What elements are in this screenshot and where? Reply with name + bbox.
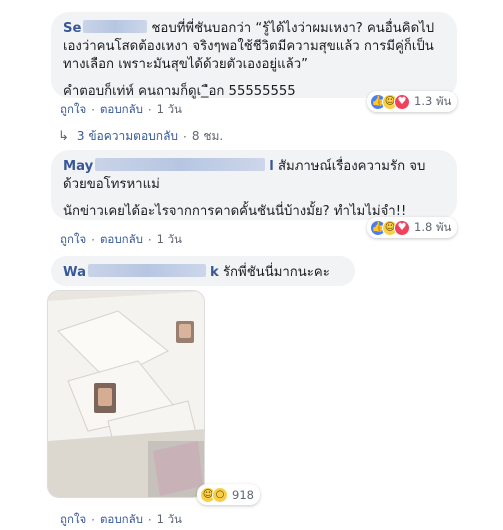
comment-photo[interactable]	[47, 290, 205, 498]
view-replies-link[interactable]: ↳ 3 ข้อความตอบกลับ · 8 ชม.	[58, 127, 223, 146]
comment-time[interactable]: 1 วัน	[157, 511, 182, 529]
replies-label[interactable]: 3 ข้อความตอบกลับ	[77, 127, 178, 146]
like-link[interactable]: ถูกใจ	[60, 231, 86, 249]
like-link[interactable]: ถูกใจ	[60, 101, 86, 119]
comment-bubble: Se ชอบที่พี่ชันบอกว่า “รู้ได้ไงว่าผมเหงา?…	[51, 12, 457, 99]
photo-illustration	[48, 291, 204, 497]
separator: ·	[147, 103, 152, 117]
reply-link[interactable]: ตอบกลับ	[100, 231, 143, 249]
redacted-name	[83, 20, 148, 33]
comment-author[interactable]: Se	[63, 21, 81, 36]
comment-actions: ถูกใจ · ตอบกลับ · 1 วัน	[60, 511, 182, 529]
reaction-count: 1.3 พัน	[414, 93, 452, 108]
redacted-name	[95, 158, 266, 171]
reply-link[interactable]: ตอบกลับ	[100, 511, 143, 529]
comment-text: รักพี่ชันนี่มากนะคะ	[222, 265, 330, 280]
comment-time[interactable]: 1 วัน	[157, 101, 182, 119]
wow-icon: ○	[212, 486, 228, 503]
comment-body: Wa k รักพี่ชันนี่มากนะคะ	[63, 264, 343, 282]
comment-actions: ถูกใจ · ตอบกลับ · 1 วัน	[60, 231, 182, 249]
comment-author-suffix[interactable]: k	[210, 265, 219, 280]
comment-actions: ถูกใจ · ตอบกลับ · 1 วัน	[60, 101, 182, 119]
love-icon: ♥	[394, 219, 410, 236]
reaction-summary[interactable]: 👍 ☺ ♥ 1.3 พัน	[367, 91, 458, 112]
comment-bubble: Wa k รักพี่ชันนี่มากนะคะ	[51, 256, 355, 286]
separator: ·	[91, 103, 95, 117]
comment-body: Se ชอบที่พี่ชันบอกว่า “รู้ได้ไงว่าผมเหงา?…	[63, 20, 445, 74]
separator: ·	[147, 233, 152, 247]
separator: ·	[91, 233, 95, 247]
comment-bubble: May l สัมภาษณ์เรื่องความรัก จบ ด้วยขอโทรห…	[51, 150, 457, 220]
separator: ·	[147, 513, 152, 527]
comment-author-suffix[interactable]: l	[269, 159, 274, 174]
comment-body: May l สัมภาษณ์เรื่องความรัก จบ ด้วยขอโทรห…	[63, 158, 445, 194]
love-icon: ♥	[394, 93, 410, 110]
reaction-summary[interactable]: ☺ ○ 918	[197, 484, 260, 505]
reply-arrow-icon: ↳	[58, 129, 69, 144]
reply-link[interactable]: ตอบกลับ	[100, 101, 143, 119]
reaction-summary[interactable]: 👍 ☺ ♥ 1.8 พัน	[367, 217, 458, 238]
comment-author[interactable]: Wa	[63, 265, 86, 280]
separator: ·	[91, 513, 95, 527]
reaction-count: 1.8 พัน	[414, 219, 452, 234]
separator: ·	[183, 129, 187, 144]
replies-time: 8 ชม.	[191, 129, 224, 143]
comment-time[interactable]: 1 วัน	[157, 231, 182, 249]
like-link[interactable]: ถูกใจ	[60, 511, 86, 529]
comment-author[interactable]: May	[63, 159, 93, 174]
redacted-name	[87, 264, 206, 277]
reaction-count: 918	[232, 487, 254, 502]
